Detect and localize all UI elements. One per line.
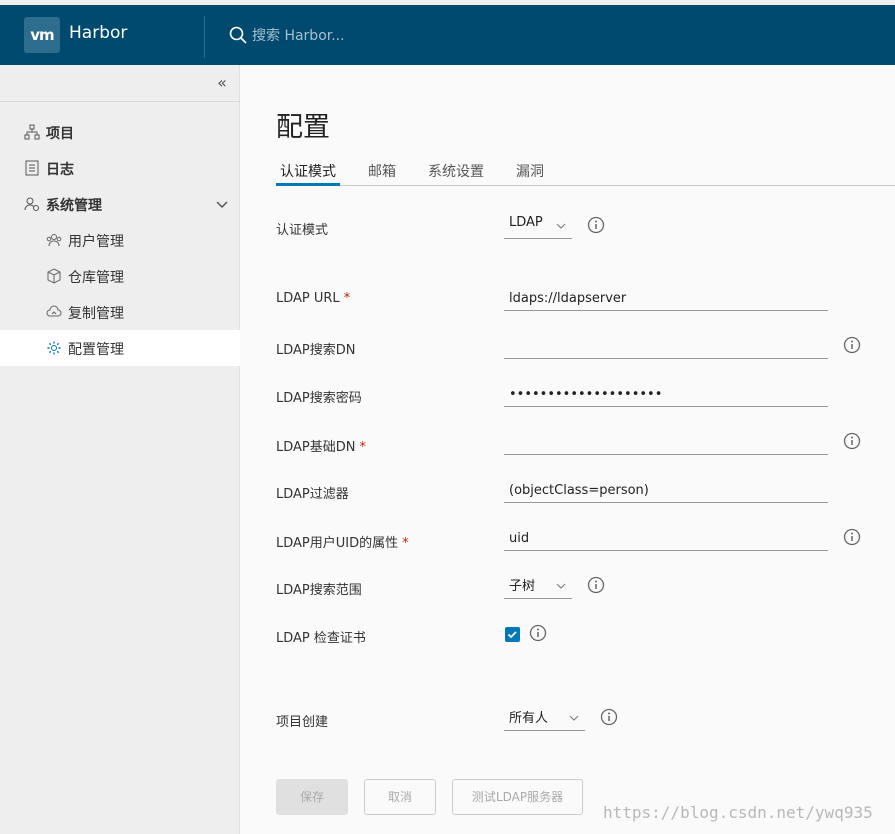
- logs-icon: [25, 160, 39, 176]
- sidebar-item-label: 配置管理: [68, 342, 124, 358]
- projects-icon: [24, 124, 40, 140]
- cancel-button[interactable]: 取消: [364, 779, 436, 815]
- collapse-sidebar-icon[interactable]: «: [212, 73, 232, 93]
- ldap-search-dn-label: LDAP搜索DN: [276, 343, 356, 358]
- top-navbar: vm Harbor: [0, 0, 895, 65]
- info-icon[interactable]: [587, 216, 605, 234]
- info-icon[interactable]: [843, 528, 861, 546]
- ldap-scope-value: 子树: [509, 579, 536, 594]
- project-creation-label: 项目创建: [276, 715, 329, 730]
- users-icon: [46, 234, 62, 247]
- tab-vulnerability[interactable]: 漏洞: [516, 161, 544, 186]
- search-icon[interactable]: [229, 26, 247, 44]
- chevron-down-icon: [556, 583, 566, 589]
- checkmark-icon: [507, 631, 517, 639]
- main-content: 配置 认证模式 邮箱 系统设置 漏洞 认证模式 LDAP LDAP URL * L…: [241, 65, 895, 834]
- ldap-scope-select[interactable]: 子树: [504, 575, 572, 599]
- info-icon[interactable]: [843, 336, 861, 354]
- ldap-filter-input[interactable]: [504, 479, 828, 503]
- info-icon[interactable]: [529, 624, 547, 642]
- cube-icon: [47, 268, 61, 284]
- chevron-down-icon[interactable]: [215, 197, 229, 211]
- vmware-logo[interactable]: vm: [24, 17, 60, 53]
- project-creation-value: 所有人: [509, 711, 549, 726]
- required-mark: *: [359, 440, 367, 455]
- admin-users-icon: [24, 197, 39, 211]
- header-divider: [204, 16, 205, 58]
- ldap-url-input[interactable]: [504, 287, 828, 311]
- ldap-filter-label: LDAP过滤器: [276, 487, 349, 502]
- sidebar-item-user-management[interactable]: 用户管理: [0, 222, 240, 258]
- ldap-uid-input[interactable]: [504, 527, 828, 551]
- cloud-sync-icon: [46, 305, 62, 317]
- info-icon[interactable]: [587, 576, 605, 594]
- sidebar-item-label: 用户管理: [68, 234, 124, 250]
- auth-mode-value: LDAP: [509, 215, 543, 230]
- sidebar-item-configuration-management[interactable]: 配置管理: [0, 330, 240, 366]
- sidebar-item-projects[interactable]: 项目: [0, 114, 240, 150]
- config-tabs: 认证模式 邮箱 系统设置 漏洞: [276, 159, 895, 186]
- tab-system-settings[interactable]: 系统设置: [428, 161, 484, 186]
- gear-icon: [47, 341, 61, 355]
- project-creation-select[interactable]: 所有人: [504, 707, 585, 731]
- tab-auth-mode[interactable]: 认证模式: [276, 161, 340, 186]
- auth-mode-select[interactable]: LDAP: [504, 215, 572, 239]
- ldap-url-label: LDAP URL *: [276, 291, 351, 306]
- ldap-scope-label: LDAP搜索范围: [276, 583, 362, 598]
- sidebar-item-label: 仓库管理: [68, 270, 124, 286]
- ldap-search-dn-input[interactable]: [504, 335, 828, 359]
- sidebar-item-label: 日志: [46, 162, 74, 178]
- sidebar-item-registry-management[interactable]: 仓库管理: [0, 258, 240, 294]
- sidebar-item-administration[interactable]: 系统管理: [0, 186, 240, 222]
- ldap-base-dn-input[interactable]: [504, 431, 828, 455]
- ldap-verify-cert-checkbox[interactable]: [505, 627, 520, 642]
- sidebar-divider: [0, 101, 240, 102]
- watermark: https://blog.csdn.net/ywq935: [603, 803, 873, 822]
- tab-email[interactable]: 邮箱: [368, 161, 396, 186]
- sidebar-item-label: 项目: [46, 126, 74, 142]
- ldap-uid-label: LDAP用户UID的属性 *: [276, 536, 409, 551]
- chevron-down-icon: [556, 223, 566, 229]
- app-title[interactable]: Harbor: [69, 23, 127, 43]
- ldap-search-password-label: LDAP搜索密码: [276, 391, 362, 406]
- chevron-down-icon: [569, 715, 579, 721]
- test-ldap-server-button[interactable]: 测试LDAP服务器: [452, 779, 583, 815]
- sidebar-item-label: 复制管理: [68, 306, 124, 322]
- page-title: 配置: [276, 112, 330, 143]
- sidebar: « 项目 日志 系统管理 用户管理 仓库管理 复制管理 配置管理: [0, 65, 240, 834]
- ldap-verify-cert-label: LDAP 检查证书: [276, 631, 366, 646]
- ldap-search-password-input[interactable]: [504, 383, 828, 407]
- info-icon[interactable]: [600, 708, 618, 726]
- auth-mode-label: 认证模式: [276, 223, 329, 238]
- required-mark: *: [343, 291, 351, 306]
- save-button[interactable]: 保存: [276, 779, 348, 815]
- info-icon[interactable]: [843, 432, 861, 450]
- sidebar-item-label: 系统管理: [46, 198, 102, 214]
- required-mark: *: [402, 536, 409, 551]
- sidebar-item-replication-management[interactable]: 复制管理: [0, 294, 240, 330]
- sidebar-item-logs[interactable]: 日志: [0, 150, 240, 186]
- ldap-base-dn-label: LDAP基础DN *: [276, 440, 367, 455]
- global-search-input[interactable]: [252, 25, 452, 47]
